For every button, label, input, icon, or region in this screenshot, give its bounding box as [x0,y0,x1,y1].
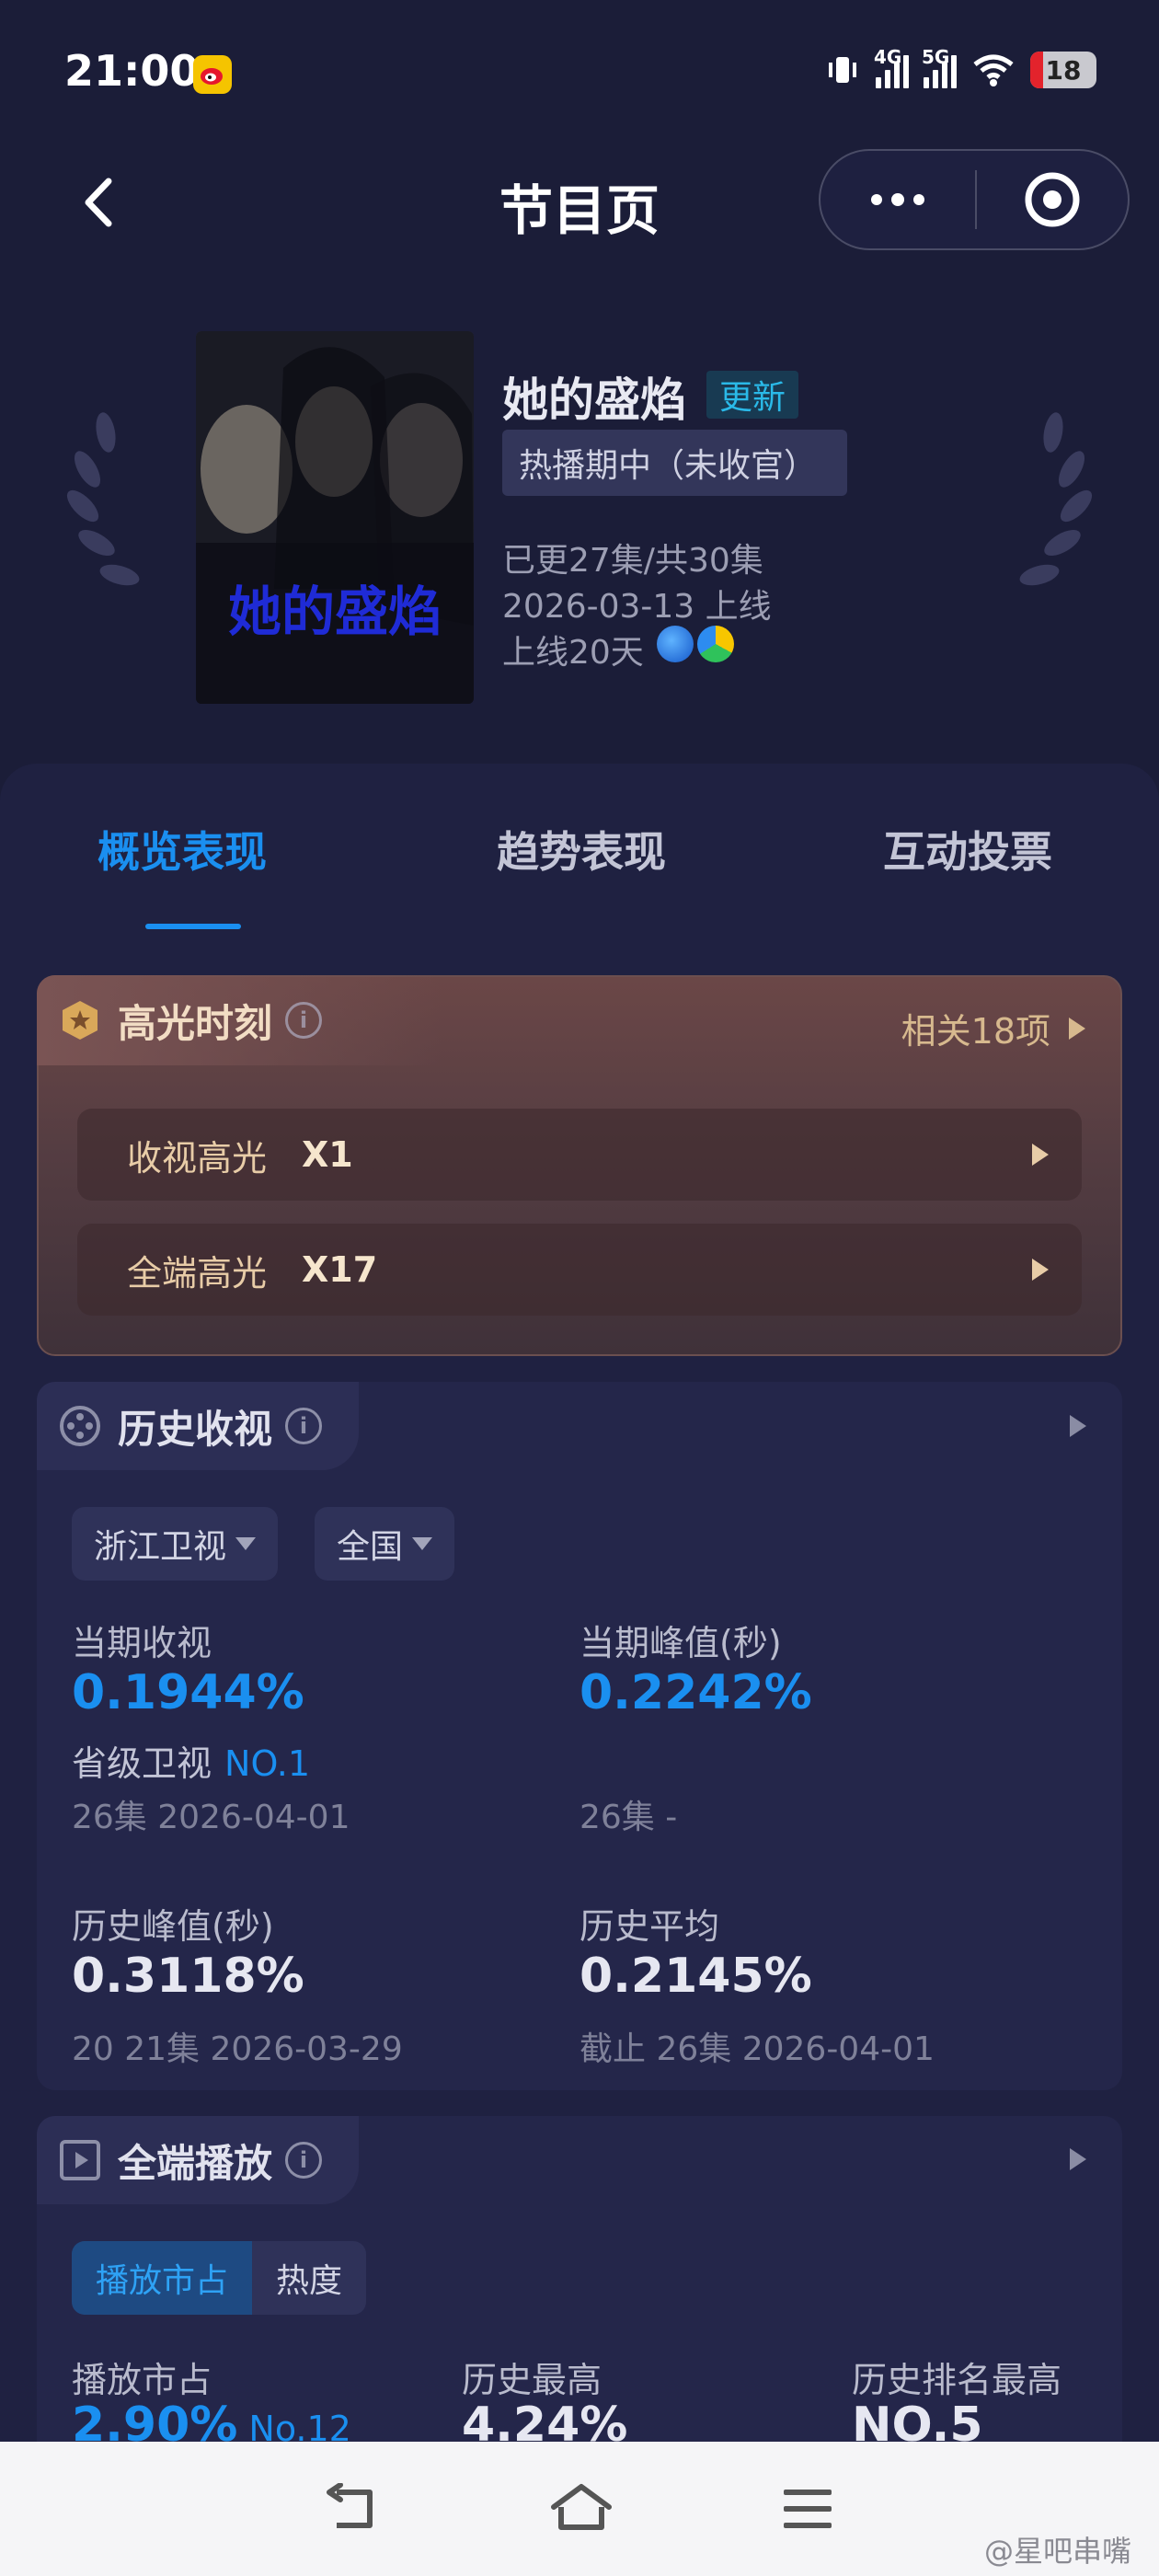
current-peak-sub: 26集 - [580,1799,678,1836]
weibo-icon [193,55,232,94]
vibrate-icon [829,57,856,83]
current-peak-label: 当期峰值(秒) [580,1623,782,1663]
share-label: 播放市占 [72,2360,212,2400]
signal-4g-icon: 4G [874,46,909,88]
update-badge: 更新 [706,371,799,419]
airing-status-badge: 热播期中（未收官） [502,430,847,496]
play-box-icon [60,2140,100,2180]
episode-count: 已更27集/共30集 [502,542,763,580]
close-miniapp-button[interactable] [977,151,1128,248]
playback-header: 全端播放 i [37,2116,359,2204]
signal-5g-icon: 5G [922,46,957,88]
current-rating-sub: 26集 2026-04-01 [72,1799,350,1836]
highlights-header: 高光时刻 i [37,975,442,1065]
highlights-related-link[interactable]: 相关18项 [901,1003,1085,1053]
playback-more-arrow-icon[interactable] [1070,2148,1086,2170]
history-avg-label: 历史平均 [580,1906,720,1947]
status-time: 21:00 [64,46,200,96]
tab-active-indicator [145,924,241,929]
premiere-date: 2026-03-13 上线 [502,588,772,626]
tab-vote[interactable]: 互动投票 [883,819,1052,880]
tab-overview[interactable]: 概览表现 [98,819,267,880]
tab-trend[interactable]: 趋势表现 [497,819,666,880]
highlight-label: 收视高光 [127,1137,268,1179]
ratings-more-arrow-icon[interactable] [1070,1415,1086,1437]
seg-heat[interactable]: 热度 [252,2241,366,2315]
zhejiang-tv-icon [657,626,694,662]
caret-down-icon [412,1537,433,1550]
laurel-right-icon [1019,412,1093,586]
platform-icons [657,626,734,662]
highlight-label: 全端高光 [127,1252,268,1294]
ratings-title: 历史收视 [118,1406,273,1452]
ratings-header: 历史收视 i [37,1382,359,1470]
play-arrow-icon [1032,1144,1049,1166]
rank-label: 省级卫视 [72,1743,212,1784]
more-dot-icon [871,194,882,205]
history-peak-value: 0.3118% [72,1949,304,2004]
history-avg-sub: 截止 26集 2026-04-01 [580,2030,935,2068]
current-rating-label: 当期收视 [72,1623,212,1663]
laurel-left-icon [66,412,140,586]
wifi-icon [973,54,1014,86]
battery-icon: 18 [1030,52,1096,88]
status-indicators: 4G 5G 18 [824,46,1096,88]
poster-title-text: 她的盛焰 [228,581,442,643]
max-share-label: 历史最高 [462,2360,602,2400]
poster-art: 她的盛焰 [196,331,474,704]
best-rank-label: 历史排名最高 [852,2360,1062,2400]
playback-title: 全端播放 [118,2140,273,2186]
channel-select[interactable]: 浙江卫视 [72,1507,279,1581]
more-dot-icon [891,193,904,206]
more-dot-icon [913,194,924,205]
info-icon[interactable]: i [285,1002,323,1039]
highlight-value: X17 [302,1249,378,1290]
miniapp-capsule [819,149,1130,250]
highlight-row-ratings[interactable]: 收视高光 X1 [77,1109,1082,1201]
net-label-4g: 4G [874,46,902,68]
show-poster[interactable]: 她的盛焰 [196,331,474,704]
current-rating-rank: 省级卫视 NO.1 [72,1735,310,1786]
related-count: 相关18项 [901,1011,1050,1052]
film-reel-icon [60,1406,100,1446]
seg-market-share[interactable]: 播放市占 [72,2241,253,2315]
battery-level: 18 [1045,54,1082,86]
playback-metric-toggle: 播放市占 热度 [72,2241,367,2315]
highlight-value: X1 [302,1134,353,1175]
net-label-5g: 5G [922,46,950,68]
channel-value: 浙江卫视 [94,1528,227,1566]
back-nav-icon[interactable] [324,2483,383,2535]
play-arrow-icon [1032,1259,1049,1281]
iqiyi-play-icon [697,626,734,662]
more-button[interactable] [820,151,975,248]
info-icon[interactable]: i [285,2142,323,2179]
play-arrow-icon [1069,1017,1085,1040]
target-close-icon [1025,172,1080,227]
hexagon-star-icon [63,1001,98,1040]
current-peak-value: 0.2242% [580,1665,812,1720]
home-nav-icon[interactable] [548,2481,614,2536]
region-value: 全国 [337,1528,404,1566]
region-select[interactable]: 全国 [315,1507,455,1581]
info-icon[interactable]: i [285,1408,323,1444]
highlights-title: 高光时刻 [118,1000,273,1046]
days-online: 上线20天 [502,634,644,672]
menu-nav-icon[interactable] [780,2486,835,2532]
history-peak-sub: 20 21集 2026-03-29 [72,2030,403,2068]
history-avg-value: 0.2145% [580,1949,812,2004]
show-title: 她的盛焰 [502,374,686,427]
rank-value: NO.1 [224,1743,311,1784]
history-peak-label: 历史峰值(秒) [72,1906,274,1947]
current-rating-value: 0.1944% [72,1665,304,1720]
watermark: @星吧串嘴 [983,2534,1131,2569]
highlight-row-all-platform[interactable]: 全端高光 X17 [77,1224,1082,1316]
caret-down-icon [235,1537,257,1550]
